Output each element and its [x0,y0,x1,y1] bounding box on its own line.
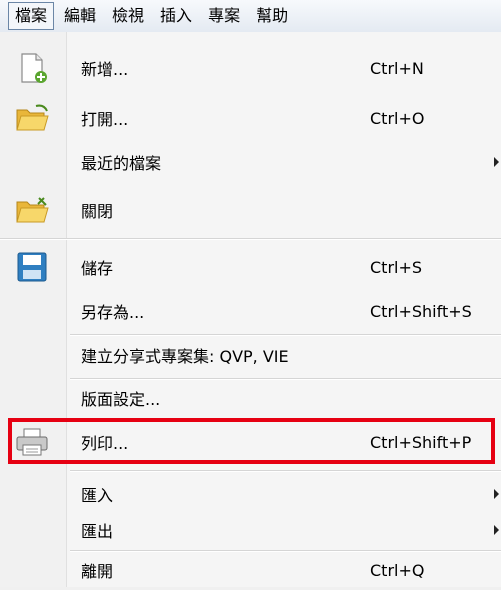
folder-close-icon [16,197,49,223]
menu-item-shortcut: Ctrl+Q [370,560,425,580]
submenu-arrow-icon [494,489,499,499]
menu-item-label: 匯入 [81,486,114,505]
submenu-arrow-icon [494,525,499,535]
menu-separator [70,470,501,472]
menubar-view[interactable]: 檢視 [106,2,150,30]
submenu-arrow-icon [494,157,499,167]
menu-item-new[interactable]: 新增... Ctrl+N [0,48,501,88]
menubar-file[interactable]: 檔案 [8,2,55,30]
menu-bar: 檔案 編輯 檢視 插入 專案 幫助 [0,0,501,32]
menu-item-shortcut: Ctrl+Shift+S [370,301,472,321]
menu-item-label: 離開 [81,562,114,581]
menu-item-import[interactable]: 匯入 [0,474,501,514]
menu-item-label: 建立分享式專案集: QVP, VIE [81,347,289,366]
menu-item-save[interactable]: 儲存 Ctrl+S [0,247,501,287]
menu-item-open[interactable]: 打開... Ctrl+O [0,98,501,138]
menu-item-close[interactable]: 關閉 [0,190,501,230]
menubar-insert[interactable]: 插入 [154,2,198,30]
menu-item-label: 匯出 [81,522,114,541]
menu-item-label: 關閉 [81,202,114,221]
menu-item-label: 版面設定... [81,390,161,409]
menu-item-label: 打開... [81,110,129,129]
menu-item-label: 最近的檔案 [81,154,162,173]
menu-item-shortcut: Ctrl+S [370,257,423,277]
menu-item-exit[interactable]: 離開 Ctrl+Q [0,550,501,590]
menu-item-label: 儲存 [81,259,114,278]
folder-open-icon [16,104,49,131]
menu-item-create-shared-project[interactable]: 建立分享式專案集: QVP, VIE [0,335,501,375]
menu-item-page-setup[interactable]: 版面設定... [0,378,501,418]
menu-item-save-as[interactable]: 另存為... Ctrl+Shift+S [0,291,501,331]
menubar-help[interactable]: 幫助 [250,2,294,30]
menu-item-export[interactable]: 匯出 [0,510,501,550]
menu-item-label: 另存為... [81,303,145,322]
save-disk-icon [17,252,47,282]
menubar-project[interactable]: 專案 [202,2,246,30]
menu-item-recent-files[interactable]: 最近的檔案 [0,142,501,182]
menu-separator [0,238,501,240]
new-file-icon [21,53,47,83]
print-highlight-box [8,418,495,464]
file-dropdown-menu: 新增... Ctrl+N 打開... Ctrl+O 最近的檔案 關閉 儲存 Ct… [0,32,501,587]
menubar-edit[interactable]: 編輯 [58,2,102,30]
menu-item-shortcut: Ctrl+O [370,108,425,128]
menu-item-shortcut: Ctrl+N [370,58,424,78]
menu-item-label: 新增... [81,60,129,79]
